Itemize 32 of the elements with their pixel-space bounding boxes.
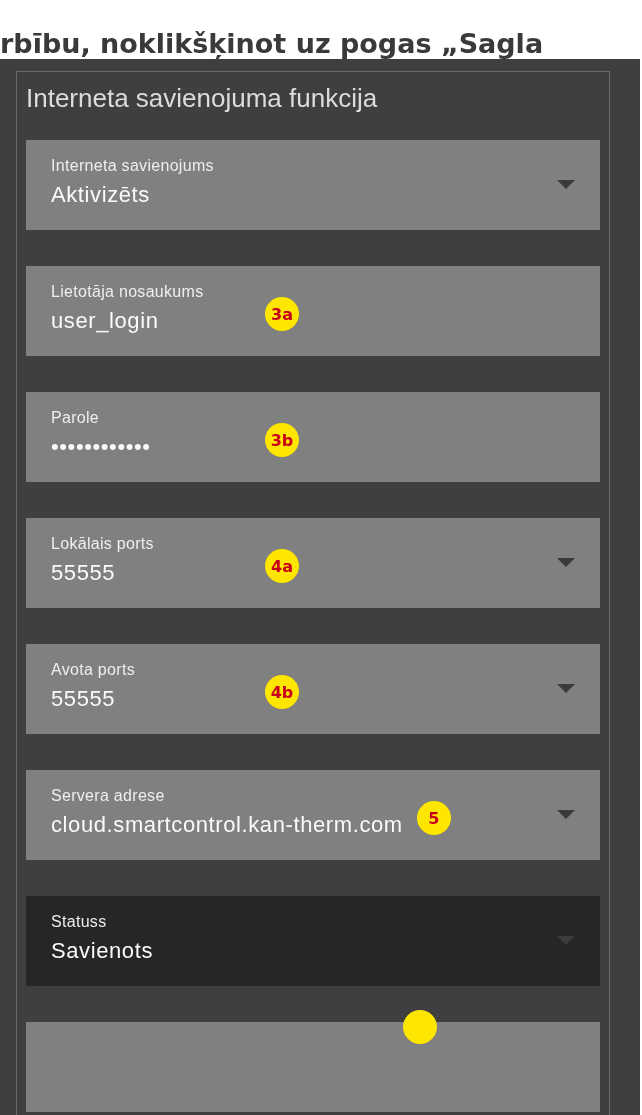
field-value: 55555 [51, 559, 117, 587]
dropdown-field[interactable]: Servera adrese cloud.smartcontrol.kan-therm.com 5 [26, 770, 600, 860]
field-label: Statuss [51, 912, 108, 932]
input-field[interactable]: Lietotāja nosaukums user_login 3a [26, 266, 600, 356]
dropdown-field[interactable]: Avota ports 55555 4b [26, 644, 600, 734]
field-value: user_login [51, 307, 160, 335]
dropdown-field[interactable]: Interneta savienojums Aktivizēts [26, 140, 600, 230]
heading-text: rbību, noklikšķinot uz pogas „Sagla [0, 27, 545, 59]
field-value: Savienots [51, 937, 153, 965]
field-label: Interneta savienojums [51, 156, 215, 176]
dropdown-caret-icon [557, 558, 575, 567]
number-badge: 4b [265, 675, 299, 709]
dropdown-caret-icon [557, 180, 575, 189]
number-badge: 3b [265, 423, 299, 457]
dropdown-caret-icon [557, 684, 575, 693]
field-label: Lokālais ports [51, 534, 155, 554]
number-badge: 5 [416, 801, 451, 835]
field-value: •••••••••••• [51, 433, 152, 461]
input-field[interactable]: Parole •••••••••••• 3b [26, 392, 600, 482]
field-label: Servera adrese [51, 786, 166, 806]
input-field[interactable] [26, 1022, 600, 1112]
section-title: Interneta savienojuma funkcija [26, 82, 379, 114]
field-label: Parole [51, 408, 101, 428]
field-label: Avota ports [51, 660, 136, 680]
field-value: cloud.smartcontrol.kan-therm.com [51, 811, 403, 839]
number-badge: 4a [265, 549, 299, 583]
dropdown-field[interactable]: Lokālais ports 55555 4a [26, 518, 600, 608]
field-label: Lietotāja nosaukums [51, 282, 205, 302]
field-value: 55555 [51, 685, 117, 713]
number-badge: 3a [265, 297, 299, 331]
dropdown-caret-icon [557, 810, 575, 819]
field-value: Aktivizēts [51, 181, 150, 209]
